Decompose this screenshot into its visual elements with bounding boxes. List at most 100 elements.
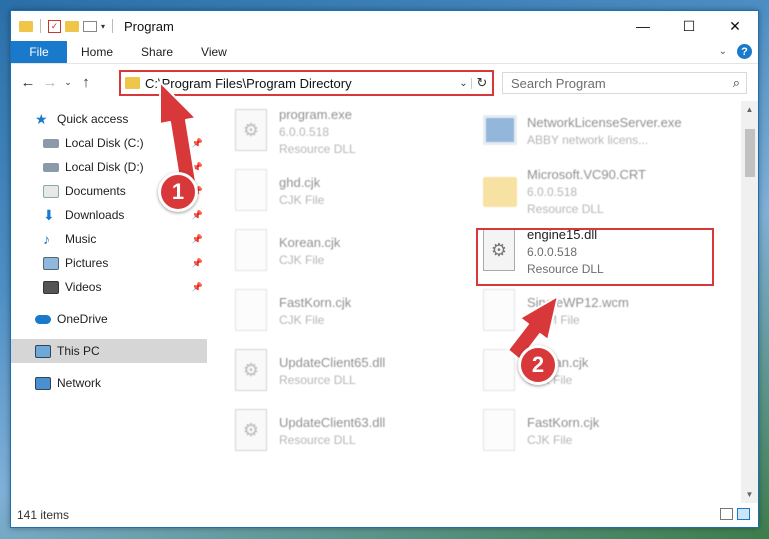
address-dropdown-icon[interactable]: ⌄	[456, 77, 472, 89]
file-item[interactable]: Korean.cjkCJK File	[235, 223, 465, 279]
sidebar-item-quick-access[interactable]: ★ Quick access	[11, 107, 207, 131]
sidebar-item-label: Music	[65, 232, 97, 246]
file-item[interactable]: ⚙ UpdateClient65.dll Resource DLL	[235, 343, 465, 399]
pin-icon[interactable]: 📌	[192, 162, 203, 173]
close-button[interactable]: ✕	[712, 11, 758, 41]
file-name: FastKorn.cjk	[279, 295, 352, 310]
tab-view[interactable]: View	[187, 41, 241, 63]
file-item[interactable]: NetworkLicenseServer.exe ABBY network lic…	[483, 103, 713, 159]
refresh-icon[interactable]: ↻	[472, 75, 492, 91]
file-type: Resource DLL	[279, 141, 356, 156]
body-area: ★ Quick access Local Disk (C:) 📌 Local D…	[11, 101, 758, 503]
step-badge-1: 1	[158, 172, 198, 212]
tab-share[interactable]: Share	[127, 41, 187, 63]
folder-icon	[125, 77, 140, 89]
pin-icon[interactable]: 📌	[192, 234, 203, 245]
search-input[interactable]: Search Program ⌕	[502, 72, 747, 94]
document-icon	[483, 409, 519, 453]
sidebar-item-local-disk-c[interactable]: Local Disk (C:) 📌	[11, 131, 207, 155]
pin-icon[interactable]: 📌	[192, 282, 203, 293]
minimize-button[interactable]: —	[620, 11, 666, 41]
new-folder-icon[interactable]	[65, 20, 79, 32]
explorer-window: ✓ ▾ Program — ☐ ✕ File Home Share View ⌄…	[10, 10, 759, 528]
document-icon	[483, 289, 519, 333]
file-item[interactable]: FastKorn.cjk CJK File	[235, 283, 465, 339]
window-controls: — ☐ ✕	[620, 11, 758, 41]
document-icon	[483, 349, 519, 393]
address-bar[interactable]: C:\Program Files\Program Directory ⌄ ↻	[119, 70, 494, 96]
scroll-thumb[interactable]	[745, 129, 755, 177]
file-name: NetworkLicenseServer.exe	[527, 115, 682, 130]
tab-file[interactable]: File	[11, 41, 67, 63]
gear-doc-icon: ⚙	[235, 109, 271, 153]
file-type: WCM File	[527, 313, 580, 327]
help-icon[interactable]: ?	[737, 44, 752, 59]
maximize-button[interactable]: ☐	[666, 11, 712, 41]
sidebar-item-pictures[interactable]: Pictures 📌	[11, 251, 207, 275]
address-path[interactable]: C:\Program Files\Program Directory	[145, 76, 456, 91]
navigation-bar: ← → ⌄ ↑ C:\Program Files\Program Directo…	[11, 64, 758, 100]
search-icon[interactable]: ⌕	[733, 75, 740, 91]
file-name: ghd.cjk	[279, 175, 321, 190]
customize-icon[interactable]	[83, 20, 97, 32]
file-item[interactable]: SingleWP12.wcm WCM File	[483, 283, 713, 339]
music-icon: ♪	[43, 230, 50, 247]
sidebar-item-label: Quick access	[57, 112, 129, 126]
file-type: CJK File	[527, 433, 573, 447]
chevron-down-icon[interactable]: ▾	[101, 22, 105, 31]
sidebar-item-label: Pictures	[65, 256, 109, 270]
sidebar-item-music[interactable]: ♪ Music 📌	[11, 227, 207, 251]
item-count: 141 items	[17, 508, 70, 522]
file-item[interactable]: ⚙ UpdateClient63.dll Resource DLL	[235, 403, 465, 459]
pictures-icon	[43, 256, 59, 270]
large-icons-view-icon[interactable]	[737, 508, 750, 520]
scroll-up-icon[interactable]: ▲	[741, 105, 758, 114]
file-type: CJK File	[279, 313, 325, 327]
divider	[40, 19, 41, 33]
sidebar-item-label: Network	[57, 376, 102, 390]
forward-arrow-icon[interactable]: →	[39, 74, 61, 91]
drive-icon	[43, 138, 59, 148]
documents-icon	[43, 184, 59, 198]
pin-icon[interactable]: 📌	[192, 210, 203, 221]
pin-icon[interactable]: 📌	[192, 138, 203, 149]
file-detail: ABBY network licens...	[527, 133, 649, 147]
step-badge-2: 2	[518, 345, 558, 385]
file-name: UpdateClient63.dll	[279, 415, 386, 430]
file-item[interactable]: FastKorn.cjk CJK File	[483, 403, 713, 459]
expand-ribbon-icon[interactable]: ⌄	[719, 46, 727, 57]
sidebar-item-network[interactable]: Network	[11, 371, 207, 395]
details-view-icon[interactable]	[720, 508, 733, 520]
file-type: CJK File	[279, 253, 325, 267]
app-icon	[483, 109, 519, 153]
properties-check-icon[interactable]: ✓	[48, 19, 61, 33]
file-name: Microsoft.VC90.CRT	[527, 166, 646, 182]
ribbon-right: ⌄ ?	[719, 44, 752, 59]
file-type: Resource DLL	[279, 433, 356, 447]
file-item[interactable]: ⚙ program.exe 6.0.0.518 Resource DLL	[235, 103, 465, 159]
sidebar-item-videos[interactable]: Videos 📌	[11, 275, 207, 299]
sidebar-item-onedrive[interactable]: OneDrive	[11, 307, 207, 331]
tab-home[interactable]: Home	[67, 41, 127, 63]
file-name: UpdateClient65.dll	[279, 355, 386, 370]
computer-icon	[35, 344, 51, 358]
sidebar-item-this-pc[interactable]: This PC	[11, 339, 207, 363]
ribbon-tabs: File Home Share View ⌄ ?	[11, 41, 758, 64]
file-item[interactable]: ghd.cjk CJK File	[235, 163, 465, 219]
back-arrow-icon[interactable]: ←	[17, 74, 39, 91]
sidebar-item-label: Videos	[65, 280, 102, 294]
file-type: Resource DLL	[279, 373, 356, 387]
file-item[interactable]: Korean.cjkCJK File	[483, 343, 713, 399]
sidebar-item-label: Local Disk (C:)	[65, 136, 144, 150]
videos-icon	[43, 280, 59, 294]
up-arrow-icon[interactable]: ↑	[75, 74, 97, 91]
scroll-down-icon[interactable]: ▼	[741, 490, 758, 499]
pin-icon[interactable]: 📌	[192, 258, 203, 269]
quick-access-toolbar: ✓ ▾	[19, 19, 116, 33]
vertical-scrollbar[interactable]: ▲ ▼	[741, 101, 758, 503]
sidebar-item-label: OneDrive	[57, 312, 108, 326]
recent-chevron-icon[interactable]: ⌄	[61, 77, 75, 88]
file-item[interactable]: Microsoft.VC90.CRT 6.0.0.518 Resource DLL	[483, 163, 713, 219]
